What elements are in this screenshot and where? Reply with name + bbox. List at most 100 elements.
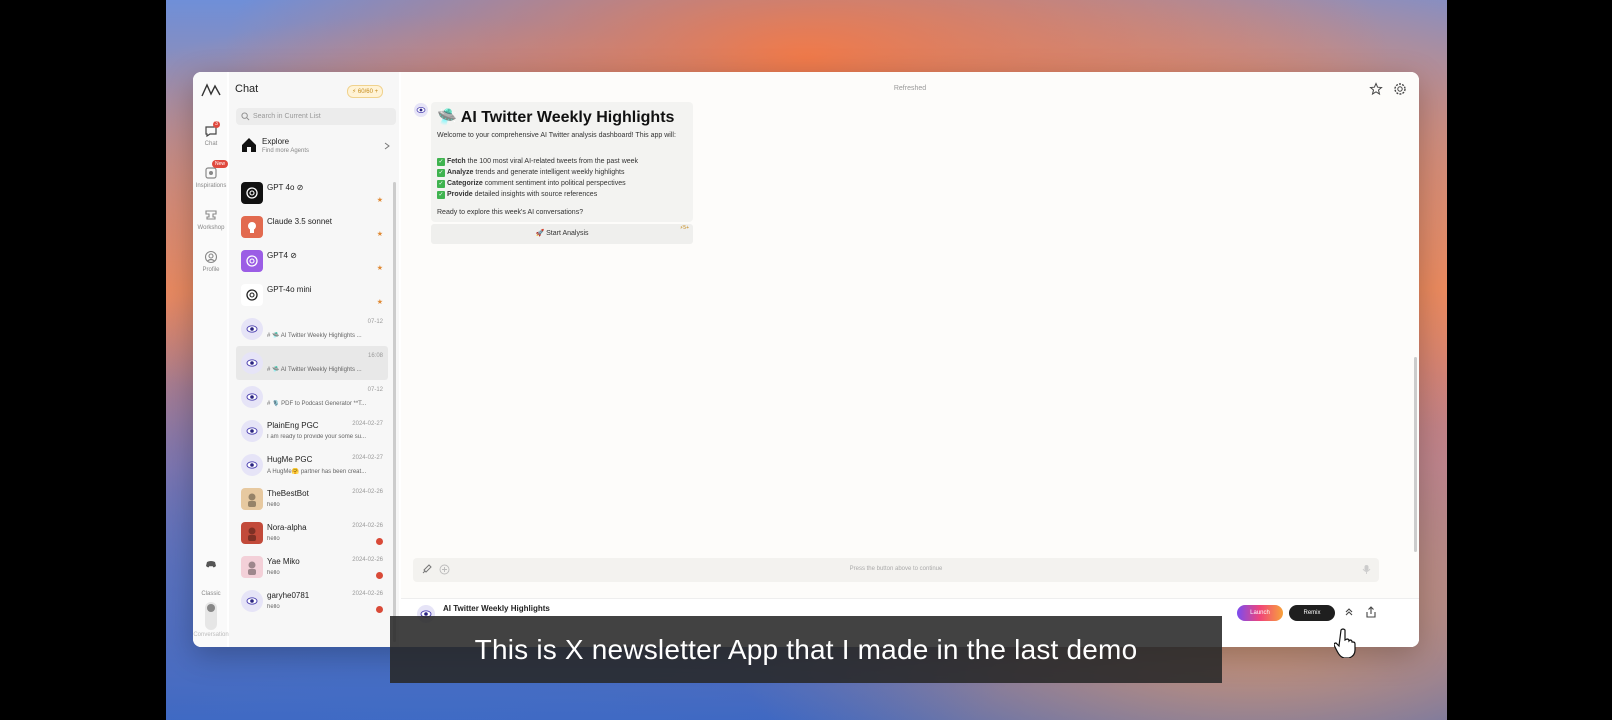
remix-button[interactable]: Remix — [1289, 605, 1335, 621]
discord-icon[interactable] — [206, 560, 216, 568]
chat-preview: hello — [267, 570, 280, 576]
inspirations-icon — [205, 167, 217, 179]
chat-preview: # 🛸 AI Twitter Weekly Highlights ... — [267, 367, 362, 373]
chat-preview: hello — [267, 502, 280, 508]
app-window: 3 Chat New Inspirations Workshop Profile… — [193, 72, 1419, 647]
avatar — [241, 182, 263, 204]
explore-subtitle: Find more Agents — [262, 148, 310, 154]
main-scrollbar[interactable] — [1414, 357, 1417, 552]
chat-name: HugMe PGC — [267, 455, 313, 464]
avatar — [241, 284, 263, 306]
microphone-icon[interactable] — [1362, 564, 1371, 575]
avatar — [241, 420, 263, 442]
checkmark-icon: ✓ — [437, 169, 445, 177]
step-text: trends and generate intelligent weekly h… — [473, 169, 625, 176]
chat-name: TheBestBot — [267, 489, 309, 498]
chat-list-item[interactable]: # 🛸 AI Twitter Weekly Highlights ... 07-1… — [236, 312, 388, 346]
eye-bot-icon — [246, 597, 258, 605]
step-keyword: Provide — [447, 191, 473, 198]
unread-badge — [376, 538, 383, 545]
explore-agents-button[interactable]: Explore Find more Agents — [236, 132, 396, 162]
chat-list-item[interactable]: TheBestBot hello 2024-02-26 — [236, 482, 388, 516]
chat-list-item[interactable]: # 🎙️ PDF to Podcast Generator **T... 07-1… — [236, 380, 388, 414]
chat-date: 07-12 — [367, 387, 383, 393]
pinned-star-icon[interactable]: ★ — [377, 230, 383, 238]
explore-title: Explore — [262, 137, 290, 146]
chat-list-panel: Chat ⚡ 60/60 + Search in Current List Ex… — [229, 72, 399, 647]
search-input[interactable]: Search in Current List — [236, 108, 396, 125]
chat-list-item[interactable]: Nora-alpha hello 2024-02-26 — [236, 516, 388, 550]
start-cost: ⚡5+ — [679, 225, 689, 231]
mode-option-label: Conversation — [193, 632, 229, 638]
rail-workshop[interactable]: Workshop — [193, 208, 229, 231]
search-placeholder: Search in Current List — [253, 113, 321, 120]
message-composer[interactable]: Press the button above to continue — [413, 558, 1379, 582]
chat-name: GPT4 ⊘ — [267, 251, 297, 260]
rail-profile[interactable]: Profile — [193, 250, 229, 273]
pinned-star-icon[interactable]: ★ — [377, 298, 383, 306]
credits-badge[interactable]: ⚡ 60/60 + — [347, 85, 384, 98]
card-step: ✓ Categorize comment sentiment into polit… — [437, 180, 626, 188]
chat-list-item[interactable]: PlainEng PGC I am ready to provide your s… — [236, 414, 388, 448]
chat-name: GPT-4o mini — [267, 285, 312, 294]
avatar — [241, 488, 263, 510]
chat-list-item[interactable]: garyhe0781 hello 2024-02-26 — [236, 584, 388, 618]
left-rail: 3 Chat New Inspirations Workshop Profile… — [193, 72, 229, 647]
chat-list-item[interactable]: Yae Miko hello 2024-02-26 — [236, 550, 388, 584]
pinned-star-icon[interactable]: ★ — [377, 264, 383, 272]
chat-name: Nora-alpha — [267, 523, 307, 532]
launch-button[interactable]: Launch — [1237, 605, 1283, 621]
chat-list-item[interactable]: # 🛸 AI Twitter Weekly Highlights ... 16:0… — [236, 346, 388, 380]
chat-list-item[interactable]: GPT-4o mini ★ — [236, 278, 388, 312]
claude-logo-icon — [248, 222, 256, 233]
share-icon[interactable] — [1365, 606, 1377, 618]
chat-list-item[interactable]: GPT 4o ⊘ ★ — [236, 176, 388, 210]
openai-logo-icon — [246, 255, 258, 267]
avatar — [241, 522, 263, 544]
workshop-anvil-icon — [205, 210, 217, 220]
avatar — [241, 590, 263, 612]
rail-inspirations[interactable]: New Inspirations — [193, 160, 229, 189]
avatar — [241, 216, 263, 238]
chat-date: 2024-02-26 — [352, 489, 383, 495]
chat-name: GPT 4o ⊘ — [267, 183, 304, 192]
chat-list-item[interactable]: HugMe PGC A HugMe🤗 partner has been creat… — [236, 448, 388, 482]
star-icon[interactable] — [1369, 82, 1383, 96]
bot-avatar — [414, 103, 428, 117]
chat-list-item[interactable]: GPT4 ⊘ ★ — [236, 244, 388, 278]
eye-bot-icon — [416, 107, 426, 113]
rail-chat[interactable]: 3 Chat — [193, 121, 229, 147]
unread-badge — [376, 572, 383, 579]
step-keyword: Categorize — [447, 180, 483, 187]
checkmark-icon: ✓ — [437, 158, 445, 166]
avatar — [241, 318, 263, 340]
step-text: the 100 most viral AI-related tweets fro… — [465, 158, 639, 165]
new-badge: New — [211, 160, 228, 168]
credits-value: 60/60 — [357, 89, 373, 95]
chat-name: PlainEng PGC — [267, 421, 319, 430]
chat-date: 2024-02-26 — [352, 523, 383, 529]
chat-date: 2024-02-27 — [352, 455, 383, 461]
chat-list-scrollbar[interactable] — [393, 182, 396, 642]
start-analysis-button[interactable]: 🚀 Start Analysis ⚡5+ — [431, 224, 693, 244]
rail-workshop-label: Workshop — [197, 225, 225, 231]
avatar — [241, 386, 263, 408]
chat-date: 2024-02-27 — [352, 421, 383, 427]
avatar — [241, 352, 263, 374]
chat-preview: I am ready to provide your some su... — [267, 434, 367, 440]
avatar — [241, 454, 263, 476]
double-chevron-up-icon[interactable] — [1343, 606, 1355, 618]
chat-preview: A HugMe🤗 partner has been creat... — [267, 469, 367, 475]
mode-toggle-knob — [207, 604, 215, 612]
mode-toggle[interactable] — [205, 602, 217, 630]
settings-gear-icon[interactable] — [1393, 82, 1407, 96]
home-icon — [242, 138, 256, 152]
chat-list-item[interactable]: Claude 3.5 sonnet ★ — [236, 210, 388, 244]
step-keyword: Fetch — [447, 158, 466, 165]
card-step: ✓ Provide detailed insights with source r… — [437, 191, 597, 199]
pinned-star-icon[interactable]: ★ — [377, 196, 383, 204]
chat-name: Claude 3.5 sonnet — [267, 217, 332, 226]
chat-date: 2024-02-26 — [352, 591, 383, 597]
chat-preview: hello — [267, 536, 280, 542]
character-avatar-icon — [248, 493, 256, 507]
